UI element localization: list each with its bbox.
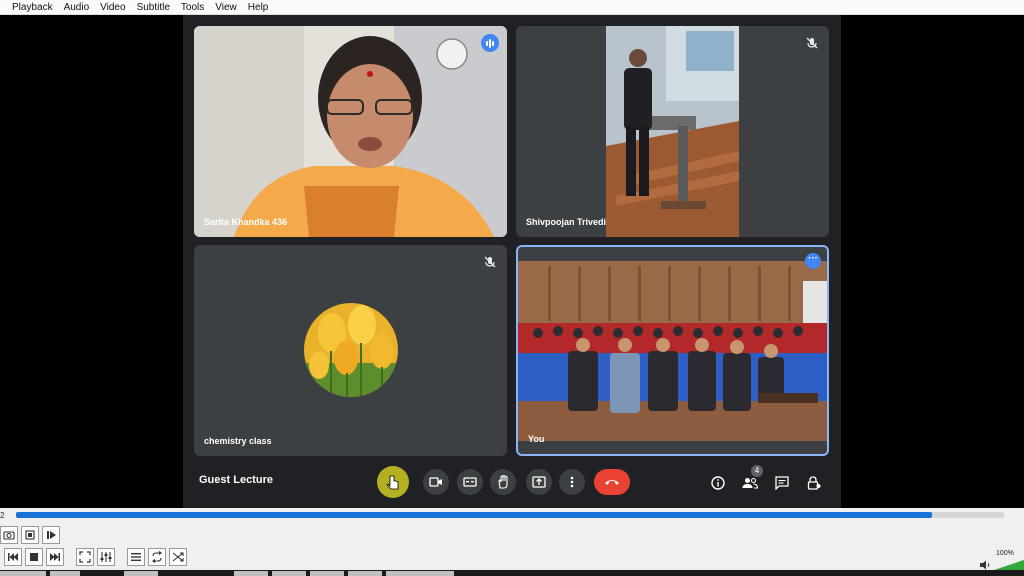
taskbar-item[interactable] bbox=[348, 571, 382, 576]
pointer-cursor-icon bbox=[386, 475, 399, 490]
end-call-icon bbox=[605, 480, 619, 485]
loop-icon bbox=[152, 551, 162, 563]
more-vert-icon bbox=[570, 476, 574, 488]
taskbar-item[interactable] bbox=[310, 571, 344, 576]
shuffle-button[interactable] bbox=[169, 548, 187, 566]
previous-icon bbox=[8, 553, 18, 561]
participant-tile-you[interactable]: ··· You bbox=[516, 245, 829, 456]
participant-tile-chemistry-class[interactable]: chemistry class bbox=[194, 245, 507, 456]
seek-bar[interactable] bbox=[16, 512, 1004, 518]
frame-step-button[interactable] bbox=[42, 526, 60, 544]
speaker-icon[interactable] bbox=[979, 560, 991, 570]
elapsed-time: 2 bbox=[0, 511, 5, 520]
lock-person-icon bbox=[807, 476, 821, 490]
participant-tile-sarita[interactable]: Sarita Khandka 436 bbox=[194, 26, 507, 237]
playlist-button[interactable] bbox=[127, 548, 145, 566]
shuffle-icon bbox=[172, 552, 184, 562]
stop-icon bbox=[30, 553, 38, 561]
host-controls-button[interactable] bbox=[804, 473, 824, 493]
vlc-menu-bar: Playback Audio Video Subtitle Tools View… bbox=[0, 0, 1024, 15]
participant-tile-shivpoojan[interactable]: Shivpoojan Trivedi bbox=[516, 26, 829, 237]
loop-ab-icon bbox=[25, 530, 35, 540]
mic-button[interactable] bbox=[377, 466, 409, 498]
participant-name: chemistry class bbox=[204, 436, 272, 446]
participant-count-badge: 4 bbox=[751, 465, 763, 477]
mic-off-icon bbox=[484, 256, 496, 268]
volume-slider[interactable] bbox=[994, 560, 1024, 570]
participant-name: You bbox=[528, 434, 545, 444]
participant-name: Sarita Khandka 436 bbox=[204, 217, 288, 227]
previous-button[interactable] bbox=[4, 548, 22, 566]
hand-icon bbox=[498, 475, 508, 489]
menu-video[interactable]: Video bbox=[100, 2, 125, 13]
equalizer-icon bbox=[100, 552, 112, 562]
fullscreen-button[interactable] bbox=[76, 548, 94, 566]
fullscreen-icon bbox=[79, 551, 91, 563]
participant-video-sarita bbox=[194, 26, 507, 237]
meeting-info-button[interactable] bbox=[708, 473, 728, 493]
taskbar-item[interactable] bbox=[234, 571, 268, 576]
raise-hand-button[interactable] bbox=[490, 469, 516, 495]
mic-off-icon bbox=[806, 37, 818, 49]
taskbar-item[interactable] bbox=[124, 571, 158, 576]
next-button[interactable] bbox=[46, 548, 64, 566]
taskbar-item[interactable] bbox=[272, 571, 306, 576]
vlc-controls: 2 100% bbox=[0, 508, 1024, 576]
menu-playback[interactable]: Playback bbox=[12, 2, 53, 13]
loop-ab-button[interactable] bbox=[21, 526, 39, 544]
participant-name: Shivpoojan Trivedi bbox=[526, 217, 607, 227]
next-icon bbox=[50, 553, 60, 561]
participant-video-you bbox=[518, 261, 827, 441]
menu-help[interactable]: Help bbox=[248, 2, 269, 13]
menu-audio[interactable]: Audio bbox=[64, 2, 90, 13]
camera-button[interactable] bbox=[423, 469, 449, 495]
menu-subtitle[interactable]: Subtitle bbox=[137, 2, 170, 13]
loop-button[interactable] bbox=[148, 548, 166, 566]
menu-view[interactable]: View bbox=[215, 2, 237, 13]
stop-button[interactable] bbox=[25, 548, 43, 566]
taskbar-item[interactable] bbox=[420, 571, 454, 576]
present-button[interactable] bbox=[526, 469, 552, 495]
participant-video-shivpoojan bbox=[606, 26, 739, 237]
taskbar-item[interactable] bbox=[0, 571, 46, 576]
participant-avatar bbox=[304, 303, 398, 397]
playlist-icon bbox=[131, 553, 141, 561]
extended-settings-button[interactable] bbox=[97, 548, 115, 566]
menu-tools[interactable]: Tools bbox=[181, 2, 204, 13]
chat-icon bbox=[775, 476, 789, 490]
seek-bar-fill bbox=[16, 512, 932, 518]
taskbar bbox=[0, 570, 1024, 576]
snapshot-button[interactable] bbox=[0, 526, 18, 544]
camera-snapshot-icon bbox=[3, 531, 15, 540]
taskbar-item[interactable] bbox=[50, 571, 80, 576]
chat-button[interactable] bbox=[772, 473, 792, 493]
present-screen-icon bbox=[532, 476, 546, 488]
camera-icon bbox=[429, 477, 442, 487]
captions-button[interactable] bbox=[457, 469, 483, 495]
more-options-button[interactable] bbox=[559, 469, 585, 495]
leave-call-button[interactable] bbox=[594, 469, 630, 495]
meet-window: Sarita Khandka 436 Shivpoojan Trivedi ch… bbox=[183, 15, 841, 508]
info-icon bbox=[711, 476, 725, 490]
volume-percent: 100% bbox=[996, 550, 1014, 557]
frame-step-icon bbox=[47, 531, 56, 539]
speaking-indicator-icon bbox=[481, 34, 499, 52]
more-options-icon[interactable]: ··· bbox=[805, 253, 821, 269]
captions-icon bbox=[463, 477, 477, 487]
participants-button[interactable]: 4 bbox=[740, 465, 763, 493]
people-icon bbox=[742, 477, 758, 489]
taskbar-item[interactable] bbox=[386, 571, 420, 576]
meeting-title: Guest Lecture bbox=[199, 474, 273, 486]
